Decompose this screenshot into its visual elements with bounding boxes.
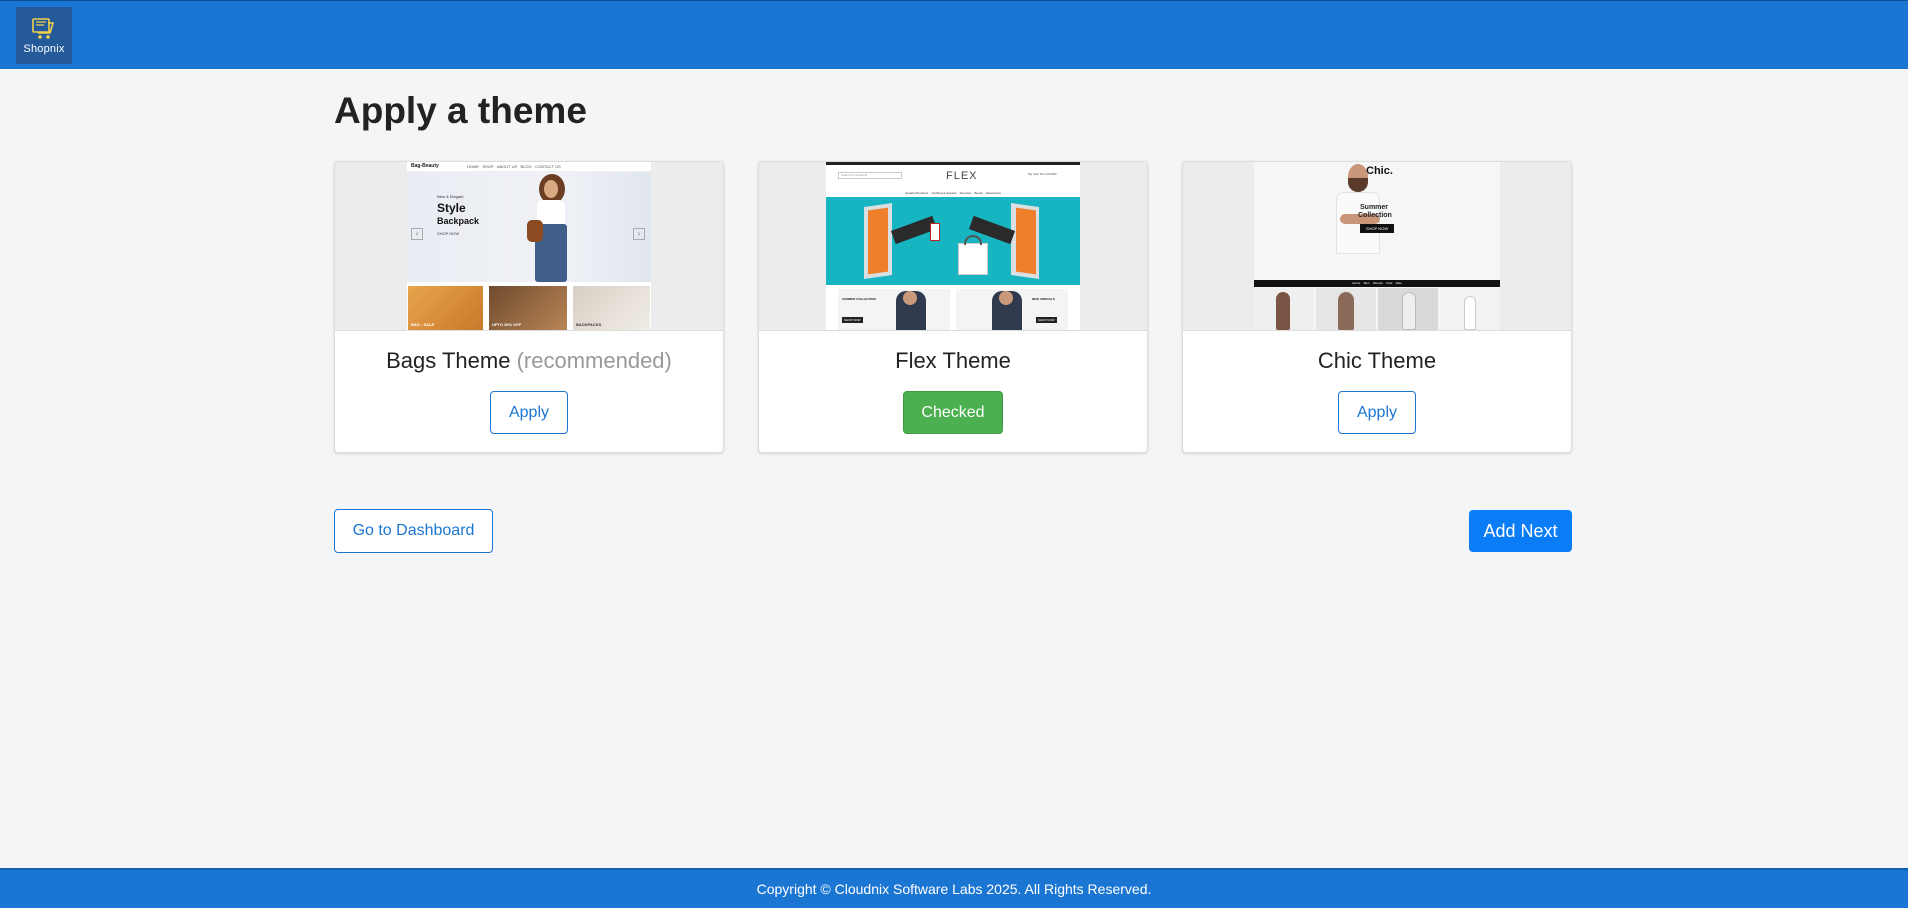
top-navbar: Shopnix xyxy=(0,0,1908,69)
theme-name-bags: Bags Theme (recommended) xyxy=(335,348,723,374)
bags-preview-cta: SHOP NOW xyxy=(437,231,460,236)
theme-name-chic: Chic Theme xyxy=(1183,348,1571,374)
carousel-prev-icon[interactable]: ‹ xyxy=(411,228,423,240)
theme-preview-bags[interactable]: Bag-Beauty HOME SHOP ABOUT US BLOG CONTA… xyxy=(335,162,723,331)
flex-preview-search: Search for products xyxy=(841,173,868,177)
page-title: Apply a theme xyxy=(334,90,587,131)
theme-card-chic: Chic. Summer Collection SHOP NOW Home Me… xyxy=(1182,161,1572,453)
chic-preview-screenshot: Chic. Summer Collection SHOP NOW Home Me… xyxy=(1254,162,1500,330)
bags-preview-model xyxy=(525,174,577,282)
bags-preview-kicker: New & Elegant xyxy=(437,194,464,199)
flex-preview-tile-1: SUMMER COLLECTION SHOP NOW xyxy=(838,289,950,330)
recommended-tag: (recommended) xyxy=(516,348,672,373)
theme-title-bags: Bags Theme xyxy=(386,348,511,373)
chic-preview-headline-2: Collection xyxy=(1358,212,1392,219)
add-next-button[interactable]: Add Next xyxy=(1469,510,1572,552)
bags-preview-headline-1: Style xyxy=(437,201,466,215)
bags-preview-tile-1: BAG - SALE xyxy=(408,286,483,330)
chic-preview-model xyxy=(1332,162,1392,280)
chic-preview-tiles xyxy=(1254,288,1500,330)
shopping-cart-icon xyxy=(32,17,55,39)
copyright-text: Copyright © Cloudnix Software Labs 2025.… xyxy=(756,881,1152,897)
flex-preview-brand: FLEX xyxy=(946,170,978,182)
apply-bags-button[interactable]: Apply xyxy=(490,391,568,434)
flex-preview-tile-2: NEW ARRIVALS SHOP NOW xyxy=(956,289,1068,330)
theme-title-flex: Flex Theme xyxy=(895,348,1011,373)
bags-preview-brand: Bag-Beauty xyxy=(411,163,439,169)
chic-preview-cta: SHOP NOW xyxy=(1360,224,1395,233)
bags-preview-tile-3: BACKPACKS xyxy=(573,286,650,330)
flex-preview-screenshot: Search for products FLEX My Cart: Rs 0.0… xyxy=(826,162,1080,330)
bags-preview-nav: HOME SHOP ABOUT US BLOG CONTACT US xyxy=(467,164,561,169)
theme-preview-chic[interactable]: Chic. Summer Collection SHOP NOW Home Me… xyxy=(1183,162,1571,331)
theme-name-flex: Flex Theme xyxy=(759,348,1147,374)
theme-preview-flex[interactable]: Search for products FLEX My Cart: Rs 0.0… xyxy=(759,162,1147,331)
footer: Copyright © Cloudnix Software Labs 2025.… xyxy=(0,868,1908,908)
flex-preview-banner xyxy=(826,197,1080,285)
shopnix-logo[interactable]: Shopnix xyxy=(16,7,72,64)
theme-card-flex: Search for products FLEX My Cart: Rs 0.0… xyxy=(758,161,1148,453)
chic-preview-nav: Home Men Women Kids Sale xyxy=(1254,280,1500,287)
bags-preview-screenshot: Bag-Beauty HOME SHOP ABOUT US BLOG CONTA… xyxy=(407,162,651,330)
go-to-dashboard-button[interactable]: Go to Dashboard xyxy=(334,509,493,553)
chic-preview-headline-1: Summer xyxy=(1360,204,1389,211)
flex-preview-nav: Apparel Products Clothing & Apparel Serv… xyxy=(905,191,1001,195)
bags-preview-tile-2: UPTO 30% OFF xyxy=(489,286,567,330)
apply-chic-button[interactable]: Apply xyxy=(1338,391,1416,434)
logo-text: Shopnix xyxy=(23,42,65,55)
checked-flex-button[interactable]: Checked xyxy=(903,391,1003,434)
theme-title-chic: Chic Theme xyxy=(1317,348,1437,373)
theme-card-bags: Bag-Beauty HOME SHOP ABOUT US BLOG CONTA… xyxy=(334,161,724,453)
carousel-next-icon[interactable]: › xyxy=(633,228,645,240)
flex-preview-cart: My Cart: Rs 0.00 INR xyxy=(1028,172,1057,176)
bags-preview-headline-2: Backpack xyxy=(437,216,480,226)
